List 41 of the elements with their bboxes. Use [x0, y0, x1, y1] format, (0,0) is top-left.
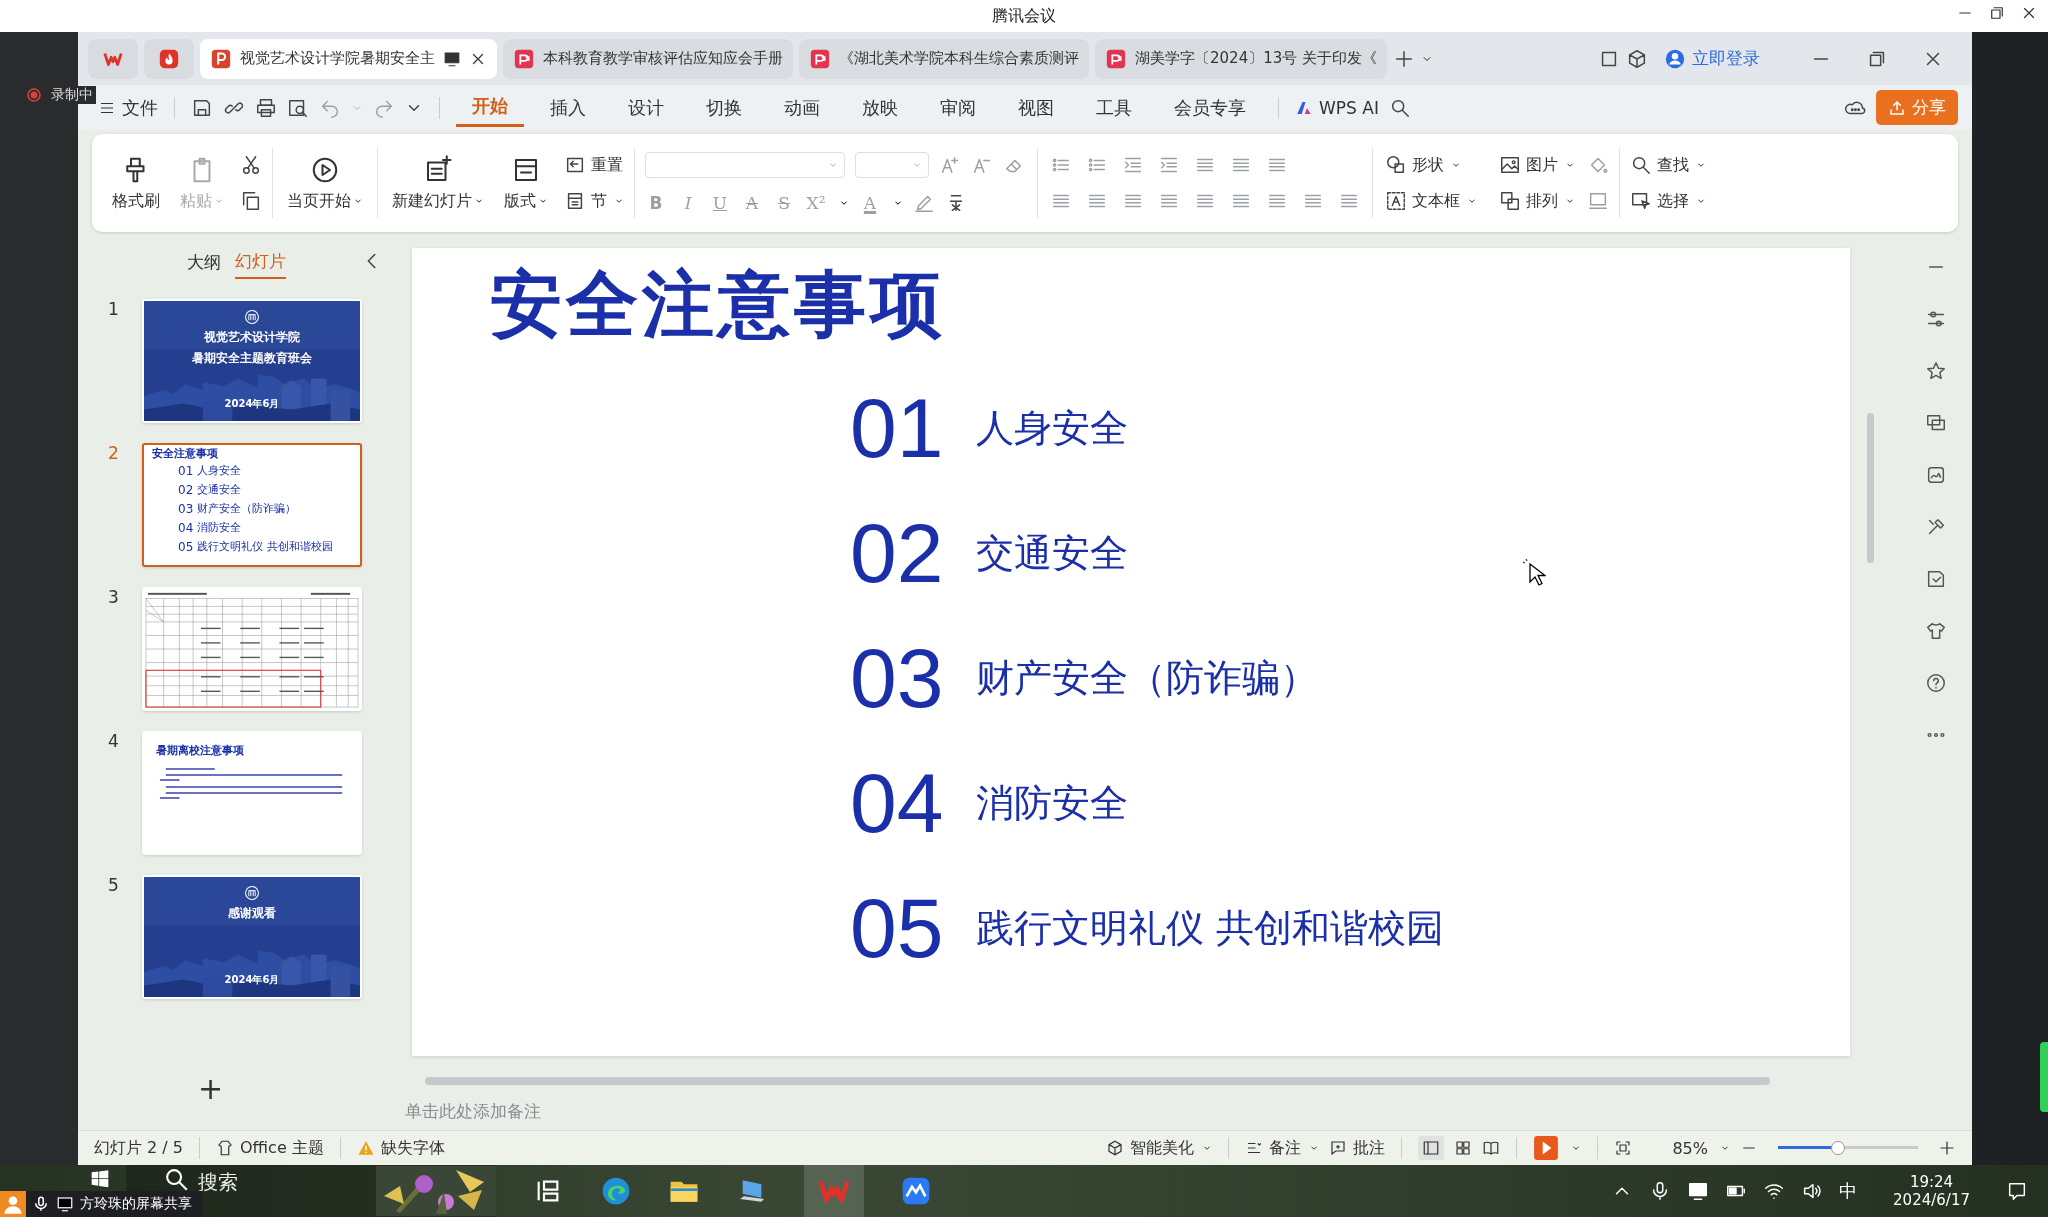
item-text: 人身安全	[976, 405, 1128, 452]
item-number: 04	[850, 755, 945, 852]
slide-number: 4	[108, 731, 120, 751]
thumbnail-date: 2024年6月	[224, 973, 280, 987]
item-number: 05	[850, 880, 945, 977]
slide-number: 3	[108, 587, 120, 607]
item-text: 交通安全	[976, 530, 1128, 577]
thumbnail-date: 2024年6月	[224, 397, 280, 411]
recording-indicator: 录制中	[26, 86, 96, 104]
item-text: 财产安全（防诈骗）	[976, 655, 1318, 702]
tab-title: 本科教育教学审核评估应知应会手册	[543, 49, 783, 68]
item-number: 02	[850, 505, 945, 602]
thumbnail-number: 04	[178, 520, 194, 535]
thumbnail-text: 践行文明礼仪 共创和谐校园	[197, 539, 333, 554]
thumbnail-text: 人身安全	[197, 463, 242, 478]
item-text: 消防安全	[976, 780, 1128, 827]
item-number: 01	[850, 380, 945, 477]
tab-title: 湖美学字〔2024〕13号 关于印发《	[1135, 49, 1378, 68]
thumbnail-title: 暑期离校注意事项	[156, 743, 245, 758]
window-title: 腾讯会议	[992, 5, 1056, 27]
thumbnail-text: 消防安全	[197, 520, 242, 535]
thumbnail-title: 视觉艺术设计学院	[204, 329, 300, 346]
thumbnail-number: 03	[178, 501, 194, 516]
slide-number: 5	[108, 875, 120, 895]
thumbnail-text: 交通安全	[197, 482, 242, 497]
tab-title: 视觉艺术设计学院暑期安全主	[240, 49, 435, 68]
tab-title: 《湖北美术学院本科生综合素质测评	[839, 49, 1079, 68]
item-text: 践行文明礼仪 共创和谐校园	[976, 905, 1445, 952]
thumbnail-number: 05	[178, 539, 194, 554]
thumbnail-title: 暑期安全主题教育班会	[192, 350, 312, 367]
slide-title: 安全注意事项	[490, 261, 947, 348]
thumbnail-title: 感谢观看	[228, 905, 276, 922]
slide-number: 1	[108, 299, 120, 319]
slide-number: 2	[108, 443, 120, 463]
thumbnail-title: 安全注意事项	[152, 446, 219, 461]
thumbnail-text: 财产安全（防诈骗）	[197, 501, 297, 516]
thumbnail-number: 01	[178, 463, 194, 478]
item-number: 03	[850, 630, 945, 727]
screen-share-toast: 方玲珠的屏幕共享	[0, 1191, 202, 1217]
thumbnail-number: 02	[178, 482, 194, 497]
slide-counter: 幻灯片 2 / 5	[94, 1137, 183, 1159]
